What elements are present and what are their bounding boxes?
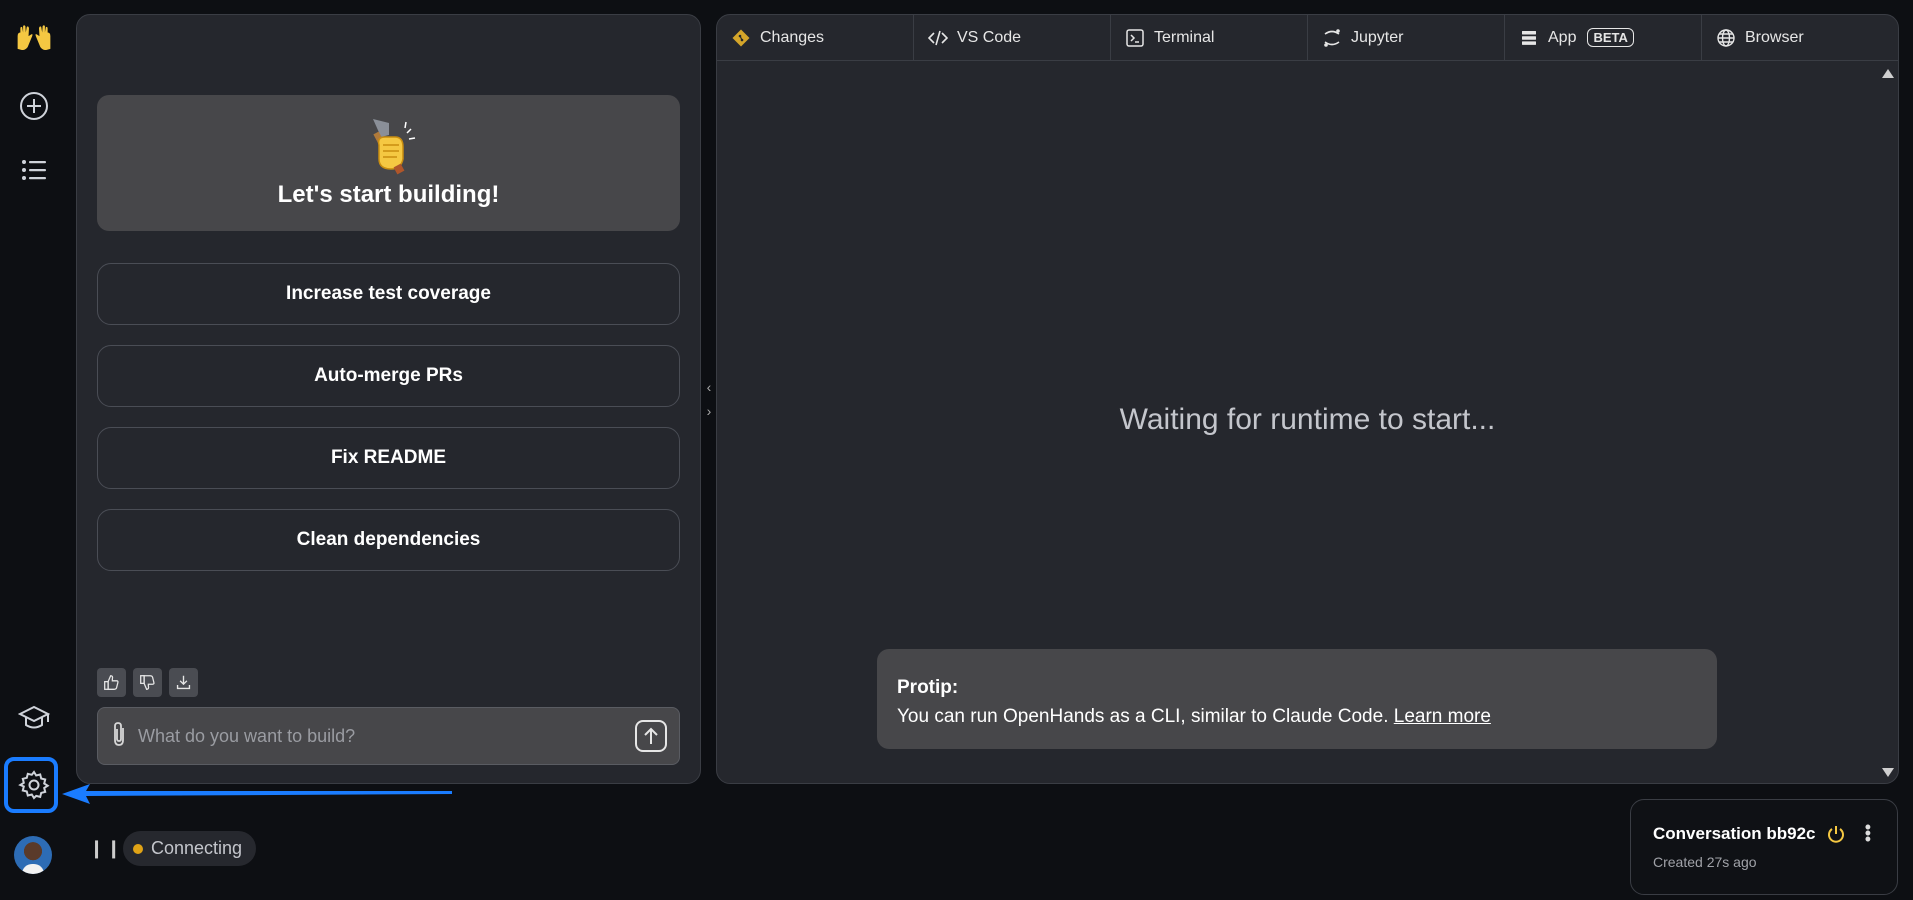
status-dot: [133, 843, 143, 854]
tab-vs-code[interactable]: VS Code: [914, 15, 1111, 60]
protip-title: Protip:: [897, 677, 959, 698]
conversation-card[interactable]: Conversation bb92c Created 27s ago • • •: [1630, 799, 1898, 895]
welcome-title: Let's start building!: [277, 181, 500, 208]
thumbs-up-icon[interactable]: [97, 668, 126, 697]
graduation-cap-icon[interactable]: [14, 698, 54, 738]
kebab-menu-icon[interactable]: • • •: [1865, 818, 1871, 848]
tab-changes-label: Changes: [760, 28, 825, 46]
suggestion-auto-merge-prs[interactable]: Auto-merge PRs: [97, 345, 680, 407]
tab-jupyter-label: Jupyter: [1351, 28, 1404, 46]
suggestion-clean-dependencies[interactable]: Clean dependencies: [97, 509, 680, 571]
conversation-title: Conversation bb92c: [1653, 824, 1816, 843]
tab-app[interactable]: App BETA: [1505, 15, 1702, 60]
tab-changes[interactable]: Changes: [717, 15, 914, 60]
conversation-list-icon[interactable]: [14, 150, 54, 190]
scroll-up-arrow[interactable]: [1882, 69, 1894, 78]
new-conversation-icon[interactable]: [14, 86, 54, 126]
left-rail: [0, 0, 68, 900]
beta-badge: BETA: [1587, 28, 1634, 47]
protip-card: Protip: You can run OpenHands as a CLI, …: [877, 649, 1717, 749]
globe-icon: [1717, 28, 1735, 47]
learn-more-link[interactable]: Learn more: [1394, 706, 1491, 727]
chat-input[interactable]: [138, 725, 635, 747]
status-label: Connecting: [151, 838, 243, 858]
thumbs-down-icon[interactable]: [133, 668, 162, 697]
tab-terminal-label: Terminal: [1154, 28, 1215, 46]
tab-jupyter[interactable]: Jupyter: [1308, 15, 1505, 60]
chat-panel: Let's start building! Increase test cove…: [76, 14, 701, 784]
tab-app-label: App: [1548, 28, 1577, 46]
suggestion-increase-test-coverage[interactable]: Increase test coverage: [97, 263, 680, 325]
conversation-created: Created 27s ago: [1653, 854, 1757, 870]
pause-button[interactable]: ❙❙: [89, 838, 123, 859]
user-avatar[interactable]: [14, 836, 52, 874]
chat-input-box: [97, 707, 680, 765]
code-icon: [928, 30, 948, 45]
workspace-tabs: Changes VS Code Terminal Jupyter App BET…: [717, 15, 1898, 61]
power-icon[interactable]: [1826, 824, 1846, 844]
terminal-icon: [1126, 28, 1144, 47]
annotation-arrow: [62, 784, 452, 804]
workspace-panel: Changes VS Code Terminal Jupyter App BET…: [716, 14, 1899, 784]
hammer-hand-icon: [97, 115, 680, 177]
arrow-up-icon: [644, 727, 658, 744]
waiting-message: Waiting for runtime to start...: [1119, 403, 1496, 436]
tab-terminal[interactable]: Terminal: [1111, 15, 1308, 60]
tab-browser-label: Browser: [1745, 28, 1804, 46]
feedback-bar: [97, 668, 198, 697]
settings-gear-icon[interactable]: [14, 765, 54, 805]
app-icon: [1522, 30, 1536, 45]
tab-browser[interactable]: Browser: [1702, 15, 1898, 60]
suggestion-fix-readme[interactable]: Fix README: [97, 427, 680, 489]
openhands-logo-icon[interactable]: [14, 18, 54, 58]
status-badge: Connecting: [123, 831, 257, 866]
git-diamond-icon: [732, 29, 750, 46]
welcome-card: Let's start building!: [97, 95, 680, 231]
tab-vs-code-label: VS Code: [957, 28, 1022, 46]
download-icon[interactable]: [169, 668, 198, 697]
scroll-down-arrow[interactable]: [1882, 768, 1894, 777]
protip-text: You can run OpenHands as a CLI, similar …: [897, 706, 1394, 727]
send-button[interactable]: [635, 720, 667, 752]
paperclip-icon[interactable]: [110, 721, 128, 752]
jupyter-icon: [1324, 28, 1340, 47]
panel-resize-handle[interactable]: ‹ ›: [702, 375, 716, 423]
